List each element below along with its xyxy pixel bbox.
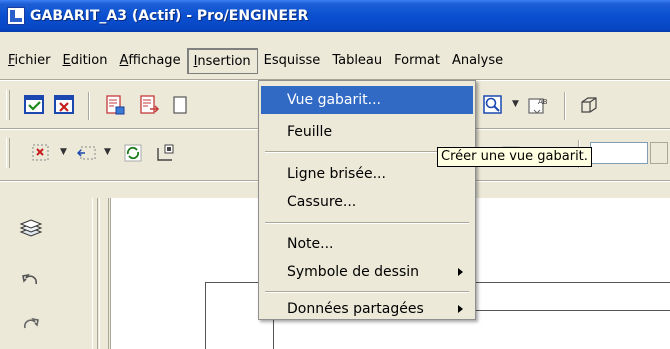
insertion-dropdown-menu: Vue gabarit... Feuille Ligne brisée... C… xyxy=(258,80,476,320)
text-style-icon[interactable]: AB xyxy=(526,92,552,118)
submenu-arrow-icon xyxy=(458,268,463,276)
select-area-icon[interactable] xyxy=(74,140,100,166)
line-style-field[interactable] xyxy=(590,142,648,164)
menu-format[interactable]: Format xyxy=(388,48,446,74)
menu-analyse[interactable]: Analyse xyxy=(446,48,509,74)
menu-fichier[interactable]: Fichier xyxy=(2,48,57,74)
toolbar-grip[interactable] xyxy=(6,90,10,120)
zoom-icon[interactable] xyxy=(480,92,506,118)
menu-item-symbole-de-dessin[interactable]: Symbole de dessin xyxy=(261,258,473,286)
menu-affichage[interactable]: Affichage xyxy=(113,48,186,74)
redo-icon[interactable] xyxy=(18,312,44,338)
submenu-arrow-icon xyxy=(458,305,463,313)
menu-item-note[interactable]: Note... xyxy=(261,230,473,258)
menu-item-feuille[interactable]: Feuille xyxy=(261,118,473,146)
panel-splitter-2[interactable] xyxy=(99,198,109,349)
toolbar-grip-2[interactable] xyxy=(6,138,10,168)
layers-icon[interactable] xyxy=(18,216,44,242)
close-window-icon[interactable] xyxy=(52,92,78,118)
select-dropdown-icon[interactable]: ▼ xyxy=(60,147,67,157)
panel-splitter[interactable] xyxy=(92,198,98,349)
menu-insertion[interactable]: Insertion xyxy=(186,48,258,74)
menu-edition[interactable]: Edition xyxy=(57,48,114,74)
layout-icon[interactable] xyxy=(152,140,178,166)
menu-tableau[interactable]: Tableau xyxy=(326,48,388,74)
sheet-icon[interactable] xyxy=(170,92,196,118)
line-style-spinner[interactable] xyxy=(650,142,668,164)
sheet-move-icon[interactable] xyxy=(136,92,162,118)
window-title: GABARIT_A3 (Actif) - Pro/ENGINEER xyxy=(30,8,309,24)
title-bar: GABARIT_A3 (Actif) - Pro/ENGINEER xyxy=(0,0,670,32)
menu-bar: Fichier Edition Affichage Insertion Esqu… xyxy=(0,44,670,78)
menu-esquisse[interactable]: Esquisse xyxy=(258,48,327,74)
menu-item-cassure[interactable]: Cassure... xyxy=(261,188,473,216)
zoom-dropdown-icon[interactable]: ▼ xyxy=(512,99,519,109)
regenerate-icon[interactable] xyxy=(120,140,146,166)
repaint-icon[interactable] xyxy=(22,92,48,118)
tooltip: Créer une vue gabarit. xyxy=(437,147,592,167)
menu-item-donnees-partagees[interactable]: Données partagées xyxy=(261,295,473,323)
area-dropdown-icon[interactable]: ▼ xyxy=(104,147,111,157)
proe-app-icon[interactable] xyxy=(7,7,25,25)
menu-item-vue-gabarit[interactable]: Vue gabarit... xyxy=(261,86,473,114)
select-region-icon[interactable] xyxy=(28,140,54,166)
sheet-setup-icon[interactable] xyxy=(102,92,128,118)
3d-view-icon[interactable] xyxy=(576,92,602,118)
undo-icon[interactable] xyxy=(18,268,44,294)
left-tool-panel xyxy=(0,198,92,349)
svg-text:AB: AB xyxy=(538,98,548,106)
